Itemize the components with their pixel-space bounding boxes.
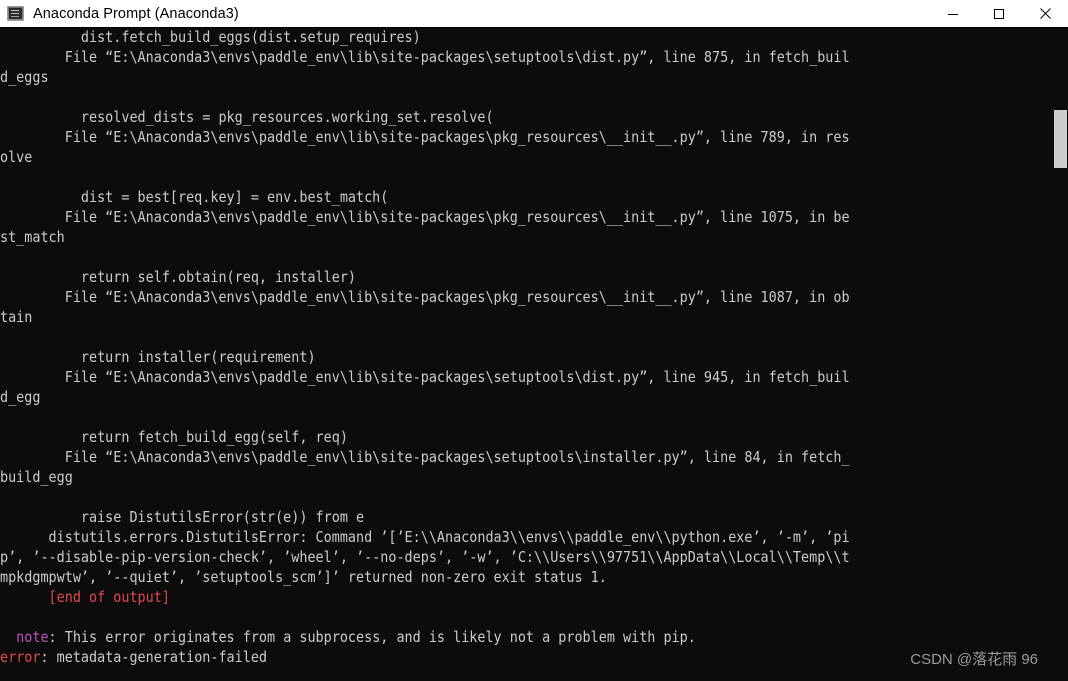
terminal-span: olve — [0, 149, 33, 166]
terminal-line: note: This error originates from a subpr… — [0, 628, 850, 648]
terminal-span: File “E:\Anaconda3\envs\paddle_env\lib\s… — [0, 129, 850, 146]
terminal-line: resolved_dists = pkg_resources.working_s… — [0, 108, 850, 128]
terminal-line: olve — [0, 148, 850, 168]
terminal-span: File “E:\Anaconda3\envs\paddle_env\lib\s… — [0, 369, 850, 386]
window-controls — [930, 0, 1068, 28]
terminal-span: File “E:\Anaconda3\envs\paddle_env\lib\s… — [0, 49, 850, 66]
terminal-span: dist.fetch_build_eggs(dist.setup_require… — [0, 29, 421, 46]
terminal-span: resolved_dists = pkg_resources.working_s… — [0, 109, 494, 126]
terminal-span: return self.obtain(req, installer) — [0, 269, 357, 286]
terminal-span: d_egg — [0, 389, 41, 406]
terminal-line: [end of output] — [0, 588, 850, 608]
terminal-span: File “E:\Anaconda3\envs\paddle_env\lib\s… — [0, 449, 850, 466]
minimize-button[interactable] — [930, 0, 976, 28]
terminal-span: [end of output] — [48, 589, 170, 606]
terminal-line: return installer(requirement) — [0, 348, 850, 368]
terminal-line: File “E:\Anaconda3\envs\paddle_env\lib\s… — [0, 48, 850, 68]
terminal-line: d_egg — [0, 388, 850, 408]
terminal-line: return fetch_build_egg(self, req) — [0, 428, 850, 448]
scrollbar-thumb[interactable] — [1054, 110, 1067, 168]
terminal-span: mpkdgmpwtw’, ’--quiet’, ’setuptools_scm’… — [0, 569, 607, 586]
terminal-line: dist.fetch_build_eggs(dist.setup_require… — [0, 28, 850, 48]
maximize-button[interactable] — [976, 0, 1022, 28]
terminal-span: d_eggs — [0, 69, 49, 86]
terminal-line: File “E:\Anaconda3\envs\paddle_env\lib\s… — [0, 448, 850, 468]
terminal-output-area[interactable]: dist.fetch_build_eggs(dist.setup_require… — [0, 28, 1068, 681]
terminal-span: p’, ’--disable-pip-version-check’, ’whee… — [0, 549, 850, 566]
terminal-span: dist = best[req.key] = env.best_match( — [0, 189, 389, 206]
title-bar[interactable]: Anaconda Prompt (Anaconda3) — [0, 0, 1068, 28]
terminal-line: error: metadata-generation-failed — [0, 648, 850, 668]
terminal-span: build_egg — [0, 469, 73, 486]
terminal-line: tain — [0, 308, 850, 328]
terminal-line: File “E:\Anaconda3\envs\paddle_env\lib\s… — [0, 368, 850, 388]
terminal-span: note — [16, 629, 49, 646]
terminal-span: distutils.errors.DistutilsError: Command… — [0, 529, 850, 546]
terminal-line: build_egg — [0, 468, 850, 488]
terminal-span: return fetch_build_egg(self, req) — [0, 429, 348, 446]
terminal-line: p’, ’--disable-pip-version-check’, ’whee… — [0, 548, 850, 568]
terminal-line: dist = best[req.key] = env.best_match( — [0, 188, 850, 208]
terminal-span: : This error originates from a subproces… — [48, 629, 696, 646]
terminal-span — [0, 629, 16, 646]
terminal-span: tain — [0, 309, 33, 326]
terminal-scrollbar[interactable] — [1052, 28, 1068, 681]
terminal-line: return self.obtain(req, installer) — [0, 268, 850, 288]
terminal-line: d_eggs — [0, 68, 850, 88]
terminal-span: raise DistutilsError(str(e)) from e — [0, 509, 365, 526]
console-icon — [7, 6, 24, 21]
terminal-line: distutils.errors.DistutilsError: Command… — [0, 528, 850, 548]
terminal-text: dist.fetch_build_eggs(dist.setup_require… — [0, 28, 850, 681]
window-title: Anaconda Prompt (Anaconda3) — [33, 5, 239, 22]
close-button[interactable] — [1022, 0, 1068, 28]
terminal-line: File “E:\Anaconda3\envs\paddle_env\lib\s… — [0, 288, 850, 308]
terminal-span: return installer(requirement) — [0, 349, 316, 366]
terminal-span — [0, 589, 49, 606]
terminal-span: File “E:\Anaconda3\envs\paddle_env\lib\s… — [0, 209, 850, 226]
terminal-line: File “E:\Anaconda3\envs\paddle_env\lib\s… — [0, 128, 850, 148]
anaconda-prompt-window: Anaconda Prompt (Anaconda3) dist.fetch_b… — [0, 0, 1068, 681]
terminal-line: raise DistutilsError(str(e)) from e — [0, 508, 850, 528]
terminal-span: error — [0, 649, 41, 666]
terminal-line: File “E:\Anaconda3\envs\paddle_env\lib\s… — [0, 208, 850, 228]
terminal-span: File “E:\Anaconda3\envs\paddle_env\lib\s… — [0, 289, 850, 306]
terminal-line: st_match — [0, 228, 850, 248]
terminal-span: st_match — [0, 229, 65, 246]
terminal-span: : metadata-generation-failed — [40, 649, 268, 666]
terminal-line: mpkdgmpwtw’, ’--quiet’, ’setuptools_scm’… — [0, 568, 850, 588]
